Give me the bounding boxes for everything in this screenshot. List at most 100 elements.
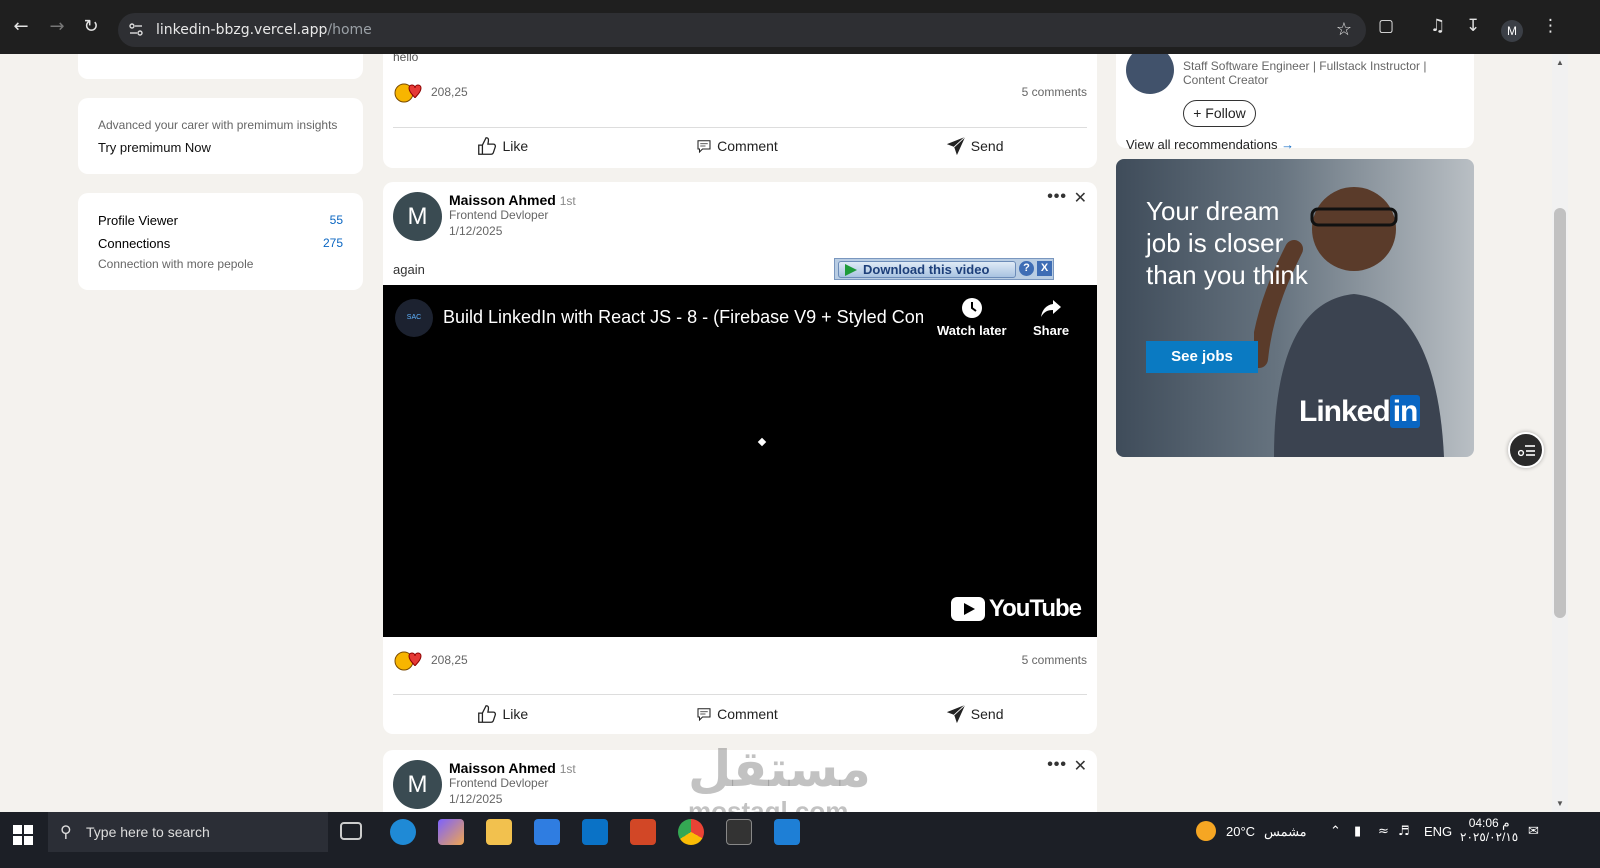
- more-options-icon[interactable]: •••: [1047, 188, 1067, 206]
- like-button[interactable]: Like: [476, 135, 528, 157]
- system-clock[interactable]: 04:06 م ٢٠٢٥/٠٢/١٥: [1460, 816, 1518, 844]
- weather-icon[interactable]: [1196, 821, 1216, 841]
- close-download-bar-icon[interactable]: X: [1037, 261, 1052, 276]
- video-title[interactable]: Build LinkedIn with React JS - 8 - (Fire…: [443, 307, 923, 328]
- close-icon[interactable]: ✕: [1074, 188, 1087, 207]
- notifications-icon[interactable]: ✉: [1528, 824, 1539, 839]
- watch-later-button[interactable]: Watch later: [937, 297, 1007, 338]
- share-icon: [1041, 300, 1062, 317]
- post-text: hello: [393, 54, 419, 64]
- share-button[interactable]: Share: [1033, 297, 1069, 338]
- comment-icon: [697, 708, 711, 722]
- task-view-icon[interactable]: [340, 822, 362, 840]
- browser-toolbar: ← → ↻ linkedin-bbzg.vercel.app/home ☆ ▢ …: [0, 0, 1600, 54]
- weather-desc[interactable]: مشمس: [1264, 824, 1307, 840]
- post-reactions[interactable]: 208,25 5 comments: [393, 80, 1087, 104]
- follow-button[interactable]: + Follow: [1183, 100, 1256, 127]
- comment-button[interactable]: Comment: [695, 137, 778, 155]
- author-avatar[interactable]: M: [393, 192, 442, 241]
- profile-viewer-row[interactable]: Profile Viewer 55: [98, 213, 343, 228]
- try-premium-link[interactable]: Try premimum Now: [98, 140, 343, 155]
- extensions-icon[interactable]: ▢: [1378, 16, 1394, 36]
- watermark-arabic: مستقل: [688, 740, 871, 798]
- forward-icon[interactable]: →: [46, 16, 68, 38]
- author-headline: Frontend Devloper: [449, 776, 549, 790]
- connect-more-text: Connection with more pepole: [98, 257, 254, 271]
- author-name[interactable]: Maisson Ahmed 1st: [449, 760, 576, 776]
- send-icon: [946, 136, 966, 156]
- store-icon[interactable]: [534, 819, 560, 845]
- download-video-bar: Download this video ? X: [834, 258, 1054, 280]
- view-all-recommendations-link[interactable]: View all recommendations →: [1126, 137, 1294, 152]
- site-settings-icon[interactable]: [128, 22, 144, 38]
- outlook-icon[interactable]: [582, 819, 608, 845]
- premium-card[interactable]: Advanced your carer with premimum insigh…: [78, 98, 363, 174]
- weather-temp[interactable]: 20°C: [1226, 824, 1255, 839]
- youtube-logo[interactable]: YouTube: [950, 595, 1082, 623]
- windows-start-icon[interactable]: [12, 824, 34, 846]
- volume-icon[interactable]: ♬: [1398, 824, 1410, 839]
- battery-icon[interactable]: ▮: [1354, 824, 1361, 839]
- recommendation-card: Staff Software Engineer | Fullstack Inst…: [1116, 54, 1474, 152]
- address-bar[interactable]: linkedin-bbzg.vercel.app/home ☆: [118, 13, 1366, 47]
- like-button[interactable]: Like: [476, 703, 528, 725]
- clock-time: 04:06 م: [1468, 816, 1510, 830]
- floating-list-button[interactable]: [1508, 432, 1544, 468]
- more-options-icon[interactable]: •••: [1047, 756, 1067, 774]
- send-label: Send: [970, 138, 1004, 154]
- close-icon[interactable]: ✕: [1074, 756, 1087, 775]
- connections-row[interactable]: Connections 275: [98, 236, 343, 251]
- comment-count[interactable]: 5 comments: [1022, 85, 1087, 99]
- language-indicator[interactable]: ENG: [1424, 824, 1452, 839]
- search-placeholder: Type here to search: [86, 824, 210, 840]
- bookmark-star-icon[interactable]: ☆: [1336, 19, 1352, 40]
- see-jobs-button[interactable]: See jobs: [1146, 341, 1258, 373]
- scrollbar-thumb[interactable]: [1554, 208, 1566, 618]
- recommended-user-avatar[interactable]: [1126, 54, 1174, 94]
- tray-chevron-icon[interactable]: ⌃: [1330, 824, 1341, 839]
- chrome-icon[interactable]: [678, 819, 704, 845]
- post-actions: Like Comment Send: [393, 126, 1087, 166]
- help-icon[interactable]: ?: [1019, 261, 1034, 276]
- terminal-icon[interactable]: [726, 819, 752, 845]
- browser-profile-avatar[interactable]: M: [1501, 20, 1523, 42]
- vscode-icon[interactable]: [774, 819, 800, 845]
- downloads-icon[interactable]: ↧: [1466, 16, 1480, 36]
- browser-menu-icon[interactable]: ⋮: [1542, 16, 1559, 36]
- download-video-button[interactable]: Download this video: [838, 261, 1016, 278]
- reload-icon[interactable]: ↻: [80, 16, 102, 38]
- comment-button[interactable]: Comment: [695, 705, 778, 723]
- search-icon: ⚲: [60, 822, 72, 841]
- reaction-emoji-icon: [394, 651, 422, 671]
- author-headline: Frontend Devloper: [449, 208, 549, 222]
- file-explorer-icon[interactable]: [486, 819, 512, 845]
- reaction-emoji-icon: [394, 83, 422, 103]
- author-name[interactable]: Maisson Ahmed 1st: [449, 192, 576, 208]
- taskbar-search[interactable]: ⚲ Type here to search: [48, 812, 328, 852]
- edge-icon[interactable]: [390, 819, 416, 845]
- send-button[interactable]: Send: [945, 703, 1004, 725]
- youtube-embed[interactable]: SAC Build LinkedIn with React JS - 8 - (…: [383, 285, 1097, 637]
- media-controls-icon[interactable]: ♫: [1430, 16, 1445, 36]
- back-icon[interactable]: ←: [10, 16, 32, 38]
- page-scrollbar[interactable]: ▲ ▼: [1552, 54, 1568, 812]
- scroll-up-icon[interactable]: ▲: [1556, 58, 1564, 67]
- comment-count[interactable]: 5 comments: [1022, 653, 1087, 667]
- post-date: 1/12/2025: [449, 224, 503, 238]
- post-date: 1/12/2025: [449, 792, 503, 806]
- scroll-down-icon[interactable]: ▼: [1556, 799, 1564, 808]
- post-reactions[interactable]: 208,25 5 comments: [393, 648, 1087, 672]
- profile-viewer-label: Profile Viewer: [98, 213, 178, 228]
- linkedin-ad-banner[interactable]: Your dream job is closer than you think …: [1116, 159, 1474, 457]
- reaction-count: 208,25: [431, 653, 468, 667]
- thumbs-up-icon: [478, 705, 497, 723]
- copilot-icon[interactable]: [438, 819, 464, 845]
- connection-degree: 1st: [559, 762, 576, 776]
- wifi-icon[interactable]: ≈: [1378, 824, 1389, 839]
- download-video-label: Download this video: [863, 262, 990, 277]
- channel-logo[interactable]: SAC: [395, 299, 433, 337]
- powerpoint-icon[interactable]: [630, 819, 656, 845]
- send-button[interactable]: Send: [945, 135, 1004, 157]
- author-avatar[interactable]: M: [393, 760, 442, 809]
- comment-label: Comment: [717, 706, 778, 722]
